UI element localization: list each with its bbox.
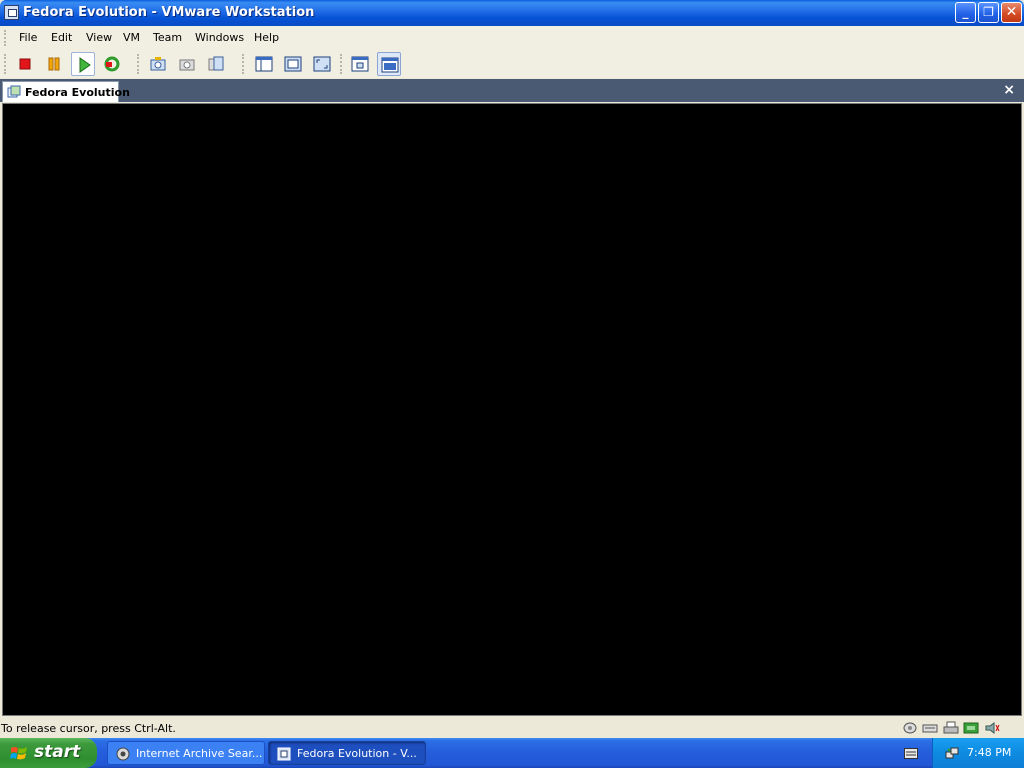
reset-icon (104, 56, 120, 72)
toolbar-grip[interactable] (4, 54, 9, 74)
window-titlebar[interactable]: Fedora Evolution - VMware Workstation _ … (0, 0, 1024, 26)
vm-tab-bar: Fedora Evolution × (0, 79, 1024, 102)
toolbar-separator (137, 54, 139, 74)
menu-help[interactable]: Help (254, 31, 279, 44)
snapshot-button[interactable] (146, 52, 170, 76)
windows-logo-icon (10, 747, 27, 760)
restore-button[interactable]: ❐ (978, 2, 999, 23)
console-view-icon (381, 57, 399, 73)
snapshot-camera-icon (150, 57, 166, 71)
taskbar-item-vmware[interactable]: Fedora Evolution - V... (268, 741, 426, 765)
sound-card-icon[interactable] (984, 721, 1000, 735)
start-button[interactable]: start (0, 738, 97, 768)
power-on-button[interactable] (71, 52, 95, 76)
summary-view-icon (351, 56, 369, 72)
status-bar: To release cursor, press Ctrl-Alt. (0, 718, 1024, 738)
system-tray: 7:48 PM (932, 738, 1024, 768)
close-tab-icon[interactable]: × (1003, 82, 1015, 98)
menu-windows[interactable]: Windows (195, 31, 244, 44)
toolbar-separator (242, 54, 244, 74)
menubar-grip[interactable] (4, 30, 9, 46)
vmware-taskbar-icon (277, 747, 291, 761)
hard-disk-icon[interactable] (902, 721, 918, 735)
show-sidebar-button[interactable] (252, 52, 276, 76)
close-button[interactable]: ✕ (1001, 2, 1022, 23)
vm-tab-label: Fedora Evolution (25, 86, 130, 99)
menu-file[interactable]: File (19, 31, 37, 44)
power-off-button[interactable] (13, 52, 37, 76)
quick-switch-icon (313, 56, 331, 72)
menu-team[interactable]: Team (153, 31, 182, 44)
sidebar-icon (255, 56, 273, 72)
start-label: start (34, 742, 81, 762)
keyboard-layout-icon[interactable] (904, 748, 918, 759)
minimize-button[interactable]: _ (955, 2, 976, 23)
play-icon (79, 57, 91, 73)
vm-tab-fedora-evolution[interactable]: Fedora Evolution (2, 81, 130, 102)
menu-bar: File Edit View VM Team Windows Help (0, 26, 1024, 51)
suspend-button[interactable] (42, 52, 66, 76)
window-title: Fedora Evolution - VMware Workstation (23, 5, 315, 20)
reset-button[interactable] (100, 52, 124, 76)
menu-edit[interactable]: Edit (51, 31, 72, 44)
quick-switch-button[interactable] (310, 52, 334, 76)
snapshot-manager-button[interactable] (204, 52, 228, 76)
menu-vm[interactable]: VM (123, 31, 140, 44)
toolbar-separator (340, 54, 342, 74)
status-message: To release cursor, press Ctrl-Alt. (1, 722, 176, 735)
taskbar-item-label: Internet Archive Sear... (136, 747, 263, 760)
full-screen-icon (284, 56, 302, 72)
printer-icon[interactable] (943, 721, 959, 735)
vmware-app-icon[interactable] (4, 5, 19, 20)
revert-snapshot-button[interactable] (175, 52, 199, 76)
taskbar-item-label: Fedora Evolution - V... (297, 747, 417, 760)
floppy-drive-icon[interactable] (922, 721, 938, 735)
taskbar-item-internet-archive[interactable]: Internet Archive Sear... (107, 741, 265, 765)
full-screen-button[interactable] (281, 52, 305, 76)
browser-icon (116, 747, 130, 761)
pause-icon (48, 57, 60, 71)
taskbar: start Internet Archive Sear... Fedora Ev… (0, 738, 1024, 768)
console-view-button[interactable] (377, 52, 401, 76)
summary-view-button[interactable] (348, 52, 372, 76)
stop-icon (19, 58, 31, 70)
menu-view[interactable]: View (86, 31, 112, 44)
network-adapter-icon[interactable] (963, 721, 979, 735)
snapshot-manager-icon (208, 56, 224, 71)
clock[interactable]: 7:48 PM (967, 746, 1011, 759)
toolbar (0, 50, 1024, 78)
revert-snapshot-icon (179, 59, 195, 71)
network-tray-icon[interactable] (945, 746, 959, 760)
virtual-machine-icon (7, 85, 21, 98)
vm-console-screen[interactable] (2, 103, 1022, 716)
